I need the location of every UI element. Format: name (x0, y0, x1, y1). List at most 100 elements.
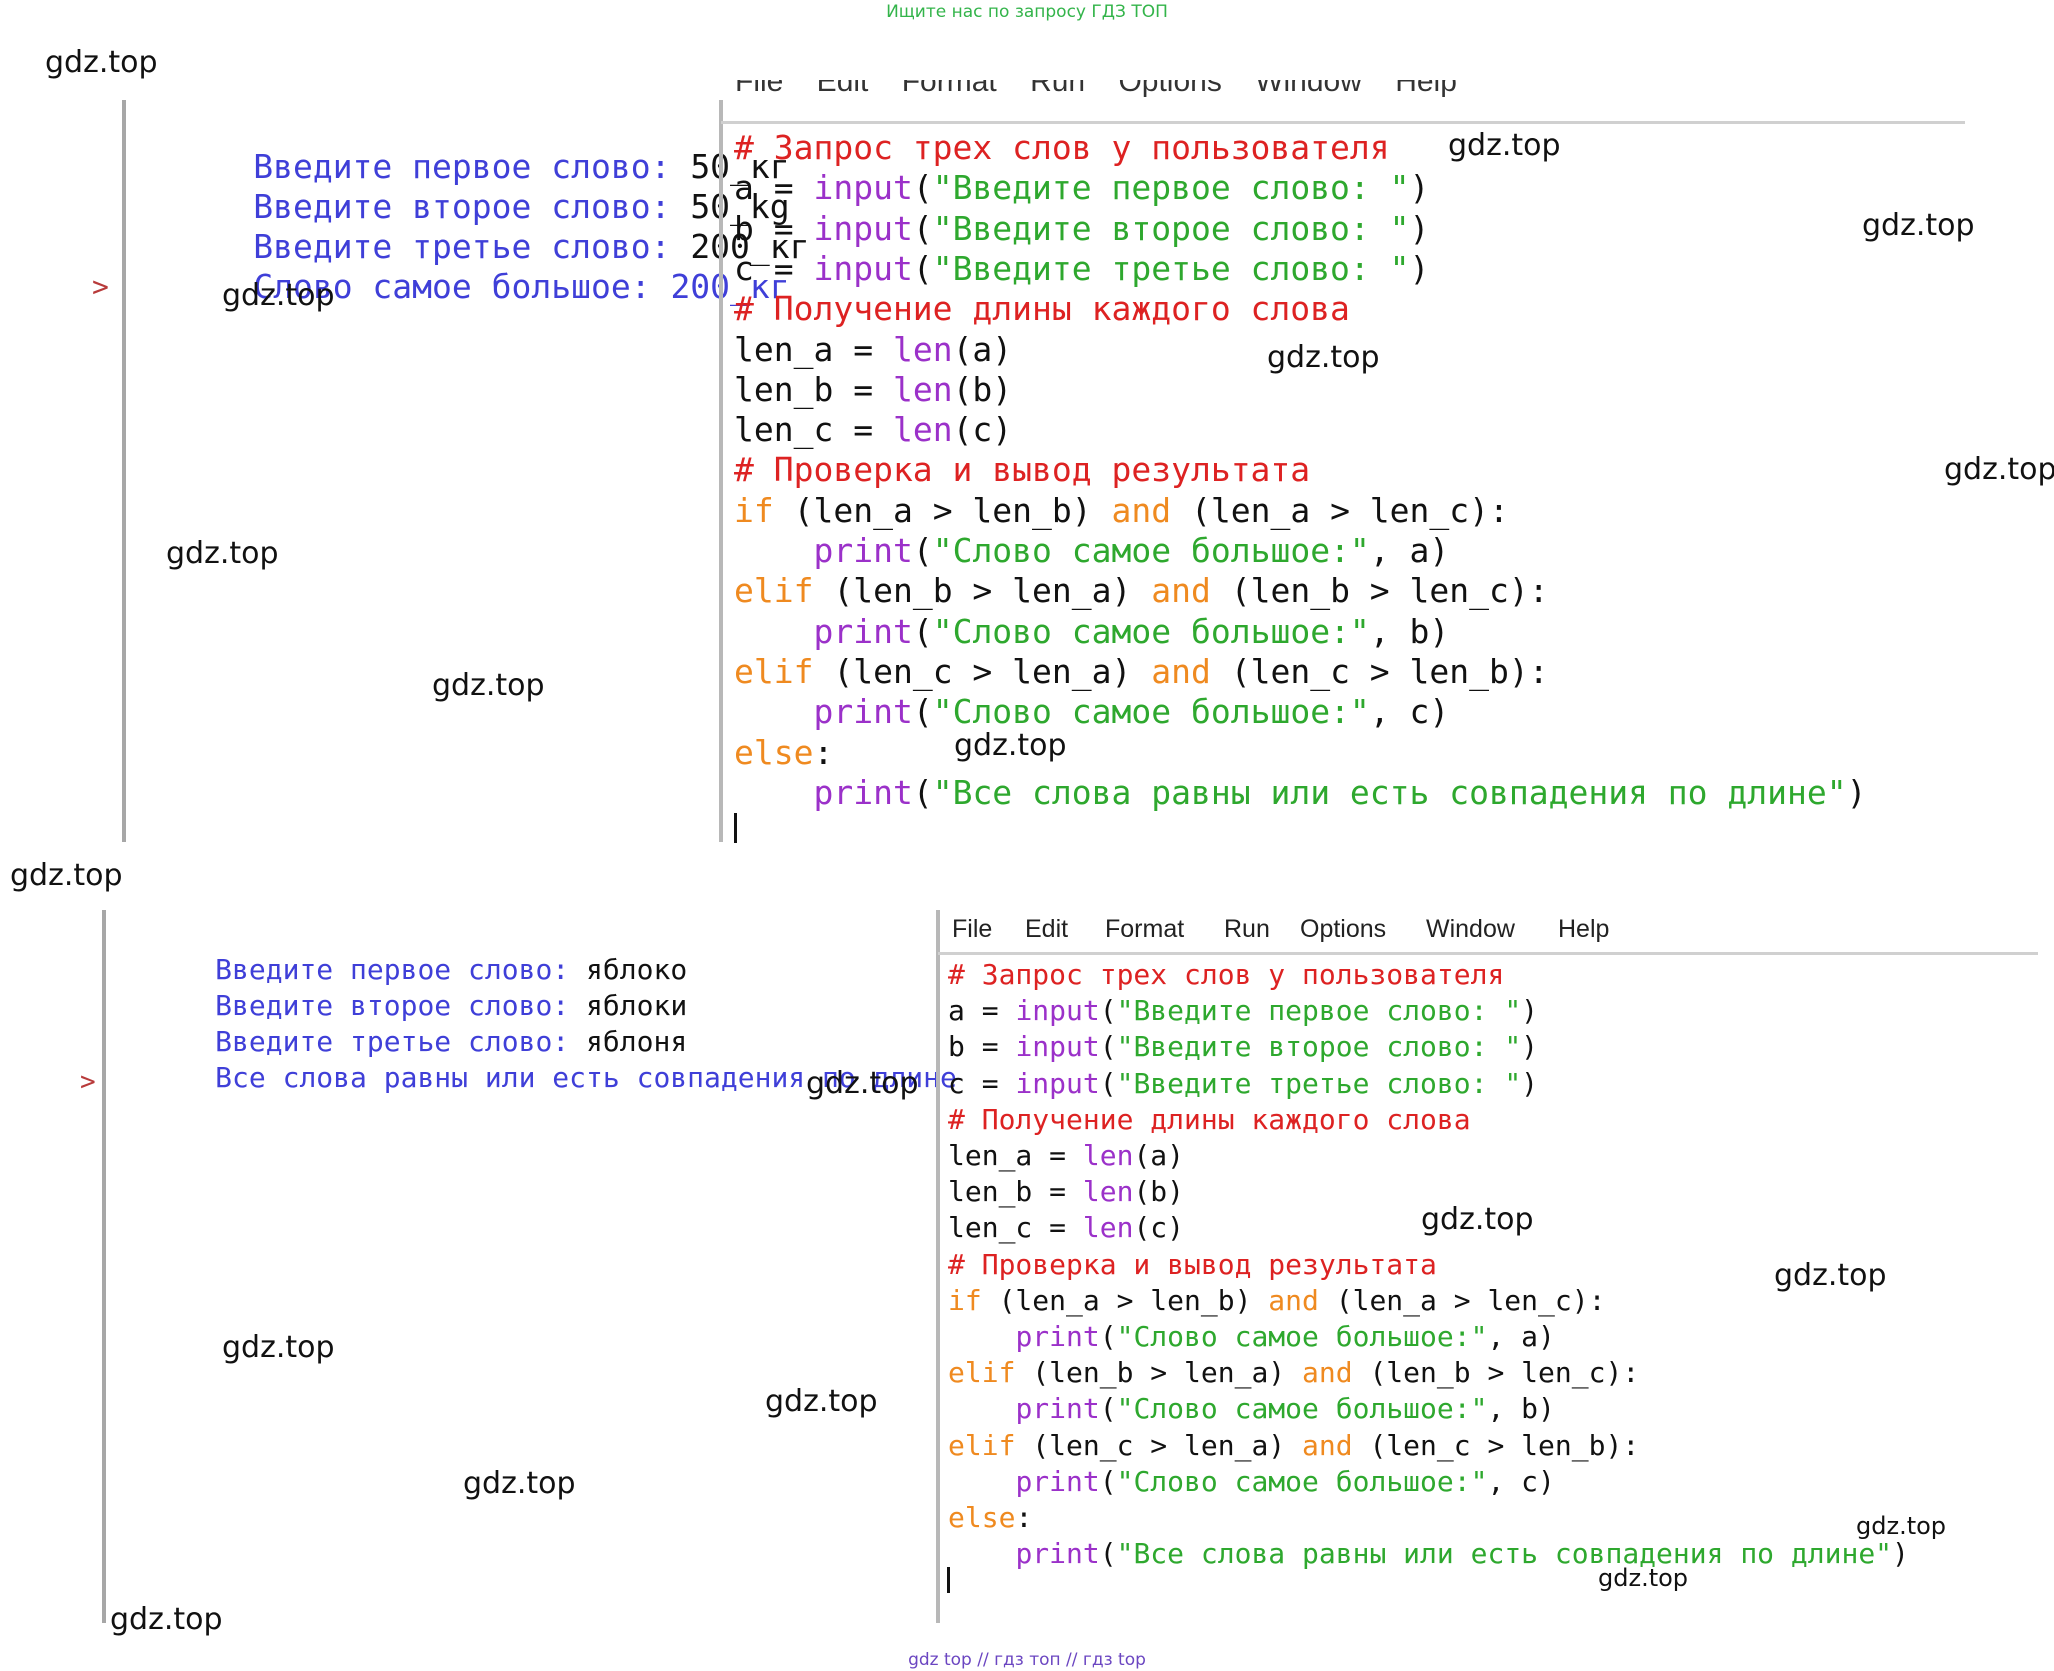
code-token: ( (1099, 1066, 1117, 1100)
code-token: (a) (1133, 1139, 1185, 1172)
code-token: print (1015, 1320, 1100, 1353)
watermark: gdz.top (1856, 1512, 1947, 1540)
menu-run[interactable]: Run (1224, 915, 1270, 944)
code-token: # Проверка и вывод результата (948, 1247, 1437, 1281)
code-token: print (813, 692, 913, 732)
code-token: c = (948, 1066, 1016, 1100)
code-token: ) (1409, 208, 1430, 248)
code-token: c = (734, 248, 814, 288)
editor-menu-divider (721, 121, 1965, 124)
code-token: : (813, 732, 834, 772)
code-token: ) (1521, 1030, 1539, 1064)
code-token: len (892, 369, 953, 409)
code-token: "Введите первое слово: " (1116, 994, 1522, 1028)
code-token: "Введите третье слово: " (932, 248, 1410, 288)
code-token: ) (1409, 248, 1430, 288)
code-line: print("Все слова равны или есть совпаден… (734, 772, 1866, 812)
code-line: # Запрос трех слов у пользователя (948, 958, 1504, 991)
code-line: print("Слово самое большое:", c) (948, 1464, 1555, 1498)
code-line: # Проверка и вывод результата (734, 450, 1310, 489)
code-token: (len_c > len_a) (813, 651, 1152, 691)
code-token: "Все слова равны или есть совпадения по … (1116, 1537, 1893, 1571)
watermark: gdz.top (765, 1384, 878, 1419)
code-token: ( (1099, 1392, 1117, 1426)
code-token: ( (912, 772, 933, 812)
editor-border (936, 910, 940, 1623)
menu-help[interactable]: Help (1558, 915, 1609, 944)
editor-menu-divider (938, 952, 2038, 955)
code-token: "Введите второе слово: " (932, 208, 1410, 248)
code-token: (a) (952, 329, 1013, 369)
watermark: gdz.top (954, 728, 1067, 763)
code-token: ( (912, 692, 933, 732)
code-token: , c) (1487, 1464, 1555, 1498)
code-line: b = input("Введите второе слово: ") (734, 209, 1429, 248)
code-token: "Введите первое слово: " (932, 168, 1410, 208)
menu-file[interactable]: File (952, 915, 992, 944)
code-token: (len_a > len_c): (1171, 490, 1509, 530)
code-token: (c) (952, 410, 1013, 450)
menu-format[interactable]: Format (1105, 915, 1184, 944)
code-token: ( (1099, 1464, 1117, 1498)
code-token: if (948, 1283, 982, 1317)
watermark: gdz.top (1598, 1564, 1689, 1592)
code-token: len (1082, 1211, 1134, 1245)
code-token: len (1082, 1139, 1134, 1172)
code-token: : (1015, 1501, 1033, 1534)
code-token: "Слово самое большое:" (1116, 1464, 1488, 1498)
code-token: ) (1892, 1537, 1909, 1571)
code-token: (len_a > len_c): (1318, 1283, 1606, 1317)
shell-prompt: > (92, 270, 109, 303)
watermark: gdz.top (1267, 340, 1380, 375)
code-line: print("Слово самое большое:", b) (734, 612, 1449, 651)
code-token: elif (734, 651, 814, 691)
code-token: (len_c > len_a) (1015, 1428, 1303, 1462)
code-token: ( (912, 531, 933, 570)
shell-prompt: > (80, 1067, 96, 1097)
code-token: ) (1521, 1066, 1539, 1100)
code-token: "Слово самое большое:" (932, 611, 1370, 651)
code-token: and (1268, 1283, 1319, 1317)
menu-window[interactable]: Window (1426, 915, 1515, 944)
watermark: gdz.top (463, 1466, 576, 1501)
code-token: and (1302, 1356, 1353, 1390)
code-token: (b) (1133, 1175, 1185, 1209)
code-token: (len_b > len_a) (813, 571, 1152, 611)
code-line: else: (948, 1501, 1032, 1534)
code-token: print (1015, 1537, 1100, 1571)
code-token: , a) (1369, 531, 1450, 570)
menu-edit[interactable]: Edit (1025, 915, 1068, 944)
code-line: if (len_a > len_b) and (len_a > len_c): (948, 1284, 1605, 1317)
code-token: , b) (1369, 611, 1450, 651)
code-token: # Запрос трех слов у пользователя (948, 958, 1505, 991)
watermark: gdz.top (222, 1330, 335, 1365)
code-token: (len_c > len_b): (1352, 1428, 1640, 1462)
watermark: gdz.top (10, 858, 123, 893)
screenshot-panel-2: > Введите первое слово: яблоко Введите в… (0, 880, 2054, 1640)
code-token: a = (734, 168, 814, 208)
code-line: print("Слово самое большое:", a) (948, 1320, 1554, 1353)
code-line: elif (len_b > len_a) and (len_b > len_c)… (734, 571, 1549, 610)
code-token: (len_b > len_c): (1352, 1356, 1640, 1390)
menu-options[interactable]: Options (1300, 915, 1386, 944)
shell-border (122, 100, 126, 842)
code-token: "Слово самое большое:" (1116, 1320, 1488, 1353)
code-line: # Получение длины каждого слова (734, 289, 1350, 328)
code-line: len_c = len(c) (734, 410, 1012, 449)
code-line: else: (734, 733, 833, 772)
text-cursor (734, 813, 737, 843)
watermark: gdz.top (1944, 452, 2054, 487)
code-line: # Проверка и вывод результата (948, 1248, 1437, 1281)
code-line: b = input("Введите второе слово: ") (948, 1030, 1538, 1063)
code-line: if (len_a > len_b) and (len_a > len_c): (734, 491, 1509, 530)
code-token: "Введите третье слово: " (1116, 1066, 1522, 1100)
code-token: (c) (1133, 1211, 1185, 1245)
code-token: "Введите второе слово: " (1116, 1030, 1522, 1064)
code-token: input (1015, 1030, 1100, 1064)
watermark: gdz.top (45, 45, 158, 80)
code-token: ( (1099, 994, 1117, 1028)
